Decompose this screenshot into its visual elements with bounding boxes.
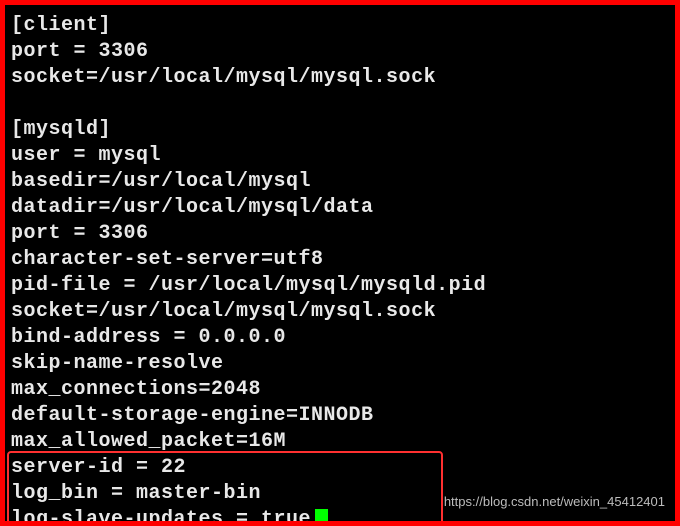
cfg-mysqld-socket: socket=/usr/local/mysql/mysql.sock	[11, 299, 675, 325]
terminal-content: [client] port = 3306 socket=/usr/local/m…	[5, 5, 675, 526]
screenshot-frame: [client] port = 3306 socket=/usr/local/m…	[0, 0, 680, 526]
cfg-mysqld-serverid: server-id = 22	[11, 455, 675, 481]
cfg-mysqld-user: user = mysql	[11, 143, 675, 169]
cfg-client-port: port = 3306	[11, 39, 675, 65]
cfg-mysqld-pidfile: pid-file = /usr/local/mysql/mysqld.pid	[11, 273, 675, 299]
cfg-mysqld-bind: bind-address = 0.0.0.0	[11, 325, 675, 351]
cfg-client-socket: socket=/usr/local/mysql/mysql.sock	[11, 65, 675, 91]
cfg-mysqld-port: port = 3306	[11, 221, 675, 247]
blank-line	[11, 91, 675, 117]
cfg-mysqld-engine: default-storage-engine=INNODB	[11, 403, 675, 429]
terminal-cursor	[315, 509, 328, 526]
cfg-mysqld-datadir: datadir=/usr/local/mysql/data	[11, 195, 675, 221]
cfg-mysqld-logslave: log-slave-updates = true	[11, 508, 311, 526]
cfg-mysqld-maxpkt: max_allowed_packet=16M	[11, 429, 675, 455]
cfg-mysqld-section: [mysqld]	[11, 117, 675, 143]
cfg-mysqld-basedir: basedir=/usr/local/mysql	[11, 169, 675, 195]
watermark-text: https://blog.csdn.net/weixin_45412401	[444, 489, 665, 515]
cfg-mysqld-charset: character-set-server=utf8	[11, 247, 675, 273]
cfg-client-section: [client]	[11, 13, 675, 39]
cfg-mysqld-skip: skip-name-resolve	[11, 351, 675, 377]
cfg-mysqld-maxconn: max_connections=2048	[11, 377, 675, 403]
terminal-window: [client] port = 3306 socket=/usr/local/m…	[0, 0, 680, 526]
